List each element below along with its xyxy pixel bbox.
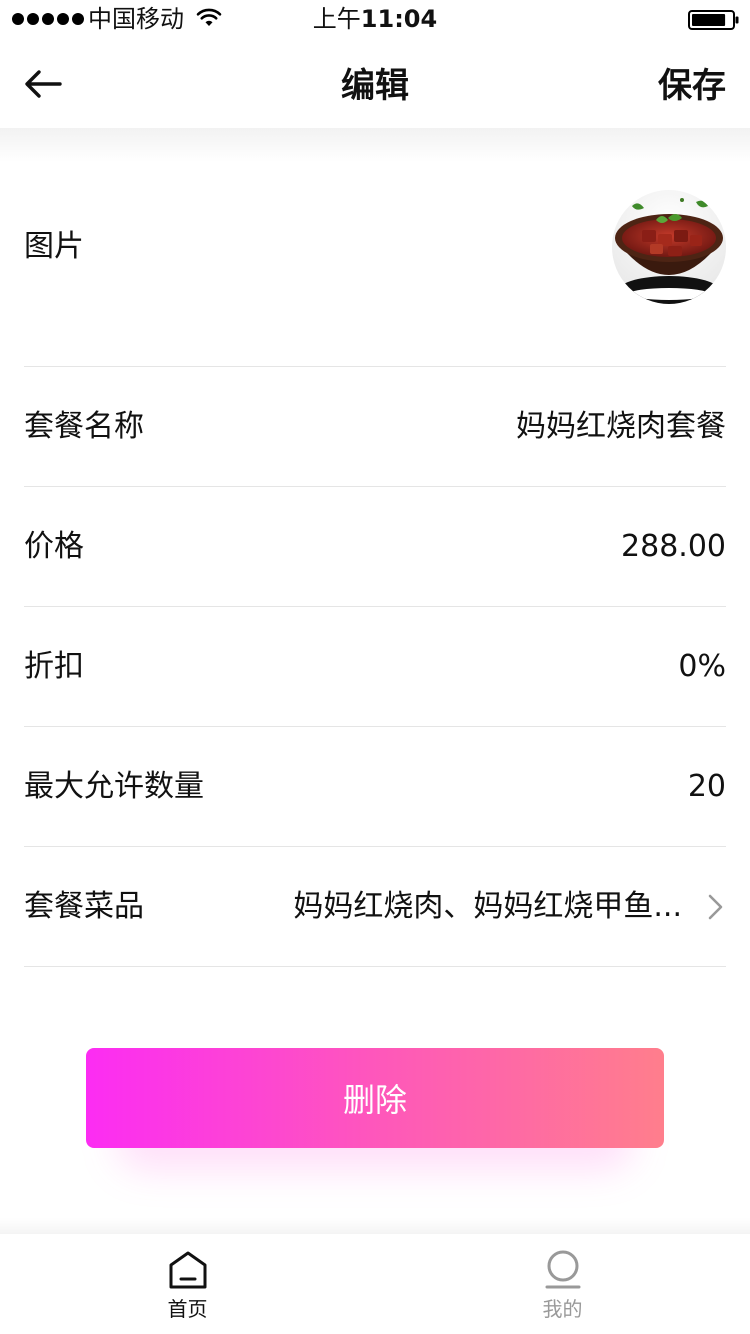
signal-dot <box>12 13 24 25</box>
max-quantity-value[interactable]: 20 <box>688 767 726 807</box>
chevron-right-icon <box>708 894 723 919</box>
discount-label: 折扣 <box>24 648 84 684</box>
max-quantity-label: 最大允许数量 <box>24 768 204 804</box>
package-name-label: 套餐名称 <box>24 408 144 444</box>
package-name-row[interactable]: 套餐名称 妈妈红烧肉套餐 <box>24 367 726 487</box>
page-title: 编辑 <box>341 66 409 106</box>
photo-label: 图片 <box>24 229 84 264</box>
photo-row[interactable]: 图片 <box>24 128 726 367</box>
save-button[interactable]: 保存 <box>658 64 726 108</box>
braised-pork-photo-icon <box>612 190 726 304</box>
status-bar: 中国移动 上午11:04 <box>0 0 750 40</box>
time-value: 11:04 <box>360 5 438 33</box>
home-icon <box>169 1251 207 1289</box>
discount-row[interactable]: 折扣 0% <box>24 607 726 727</box>
signal-dot <box>27 13 39 25</box>
profile-icon <box>545 1250 581 1289</box>
price-label: 价格 <box>24 528 84 564</box>
wifi-icon <box>196 8 222 26</box>
time-prefix: 上午 <box>312 5 361 33</box>
price-value[interactable]: 288.00 <box>621 527 726 567</box>
package-dishes-value: 妈妈红烧肉、妈妈红烧甲鱼... <box>293 888 682 924</box>
signal-dot <box>42 13 54 25</box>
delete-button[interactable]: 删除 <box>86 1048 664 1148</box>
battery-icon <box>688 10 739 30</box>
tab-profile[interactable]: 我的 <box>375 1234 750 1334</box>
package-name-value[interactable]: 妈妈红烧肉套餐 <box>516 407 726 447</box>
discount-value[interactable]: 0% <box>678 647 726 687</box>
package-edit-form: 图片 套餐名称 妈妈红烧肉套餐 价格 288.00 折扣 0% 最大允许数量 2… <box>24 128 726 967</box>
price-row[interactable]: 价格 288.00 <box>24 487 726 607</box>
tab-profile-label: 我的 <box>542 1297 583 1321</box>
tab-home-label: 首页 <box>167 1297 208 1321</box>
back-button[interactable] <box>18 64 68 104</box>
signal-strength-icon <box>12 13 84 25</box>
tab-bar: 首页 我的 <box>0 1234 750 1334</box>
arrow-left-icon <box>25 70 62 98</box>
food-photo[interactable] <box>612 190 726 304</box>
signal-dot <box>72 13 84 25</box>
package-dishes-value-wrap[interactable]: 妈妈红烧肉、妈妈红烧甲鱼... <box>293 887 726 927</box>
app-screen: 中国移动 上午11:04 编辑 保存 图片 套餐名称 妈妈红烧肉套餐 价格 28… <box>0 0 750 1334</box>
nav-bar: 编辑 保存 <box>0 40 750 128</box>
max-quantity-row[interactable]: 最大允许数量 20 <box>24 727 726 847</box>
carrier-name: 中国移动 <box>88 5 184 33</box>
package-dishes-label: 套餐菜品 <box>24 888 144 924</box>
signal-dot <box>57 13 69 25</box>
package-dishes-row[interactable]: 套餐菜品 妈妈红烧肉、妈妈红烧甲鱼... <box>24 847 726 967</box>
tab-bar-divider <box>0 1218 750 1234</box>
tab-home[interactable]: 首页 <box>0 1234 375 1334</box>
